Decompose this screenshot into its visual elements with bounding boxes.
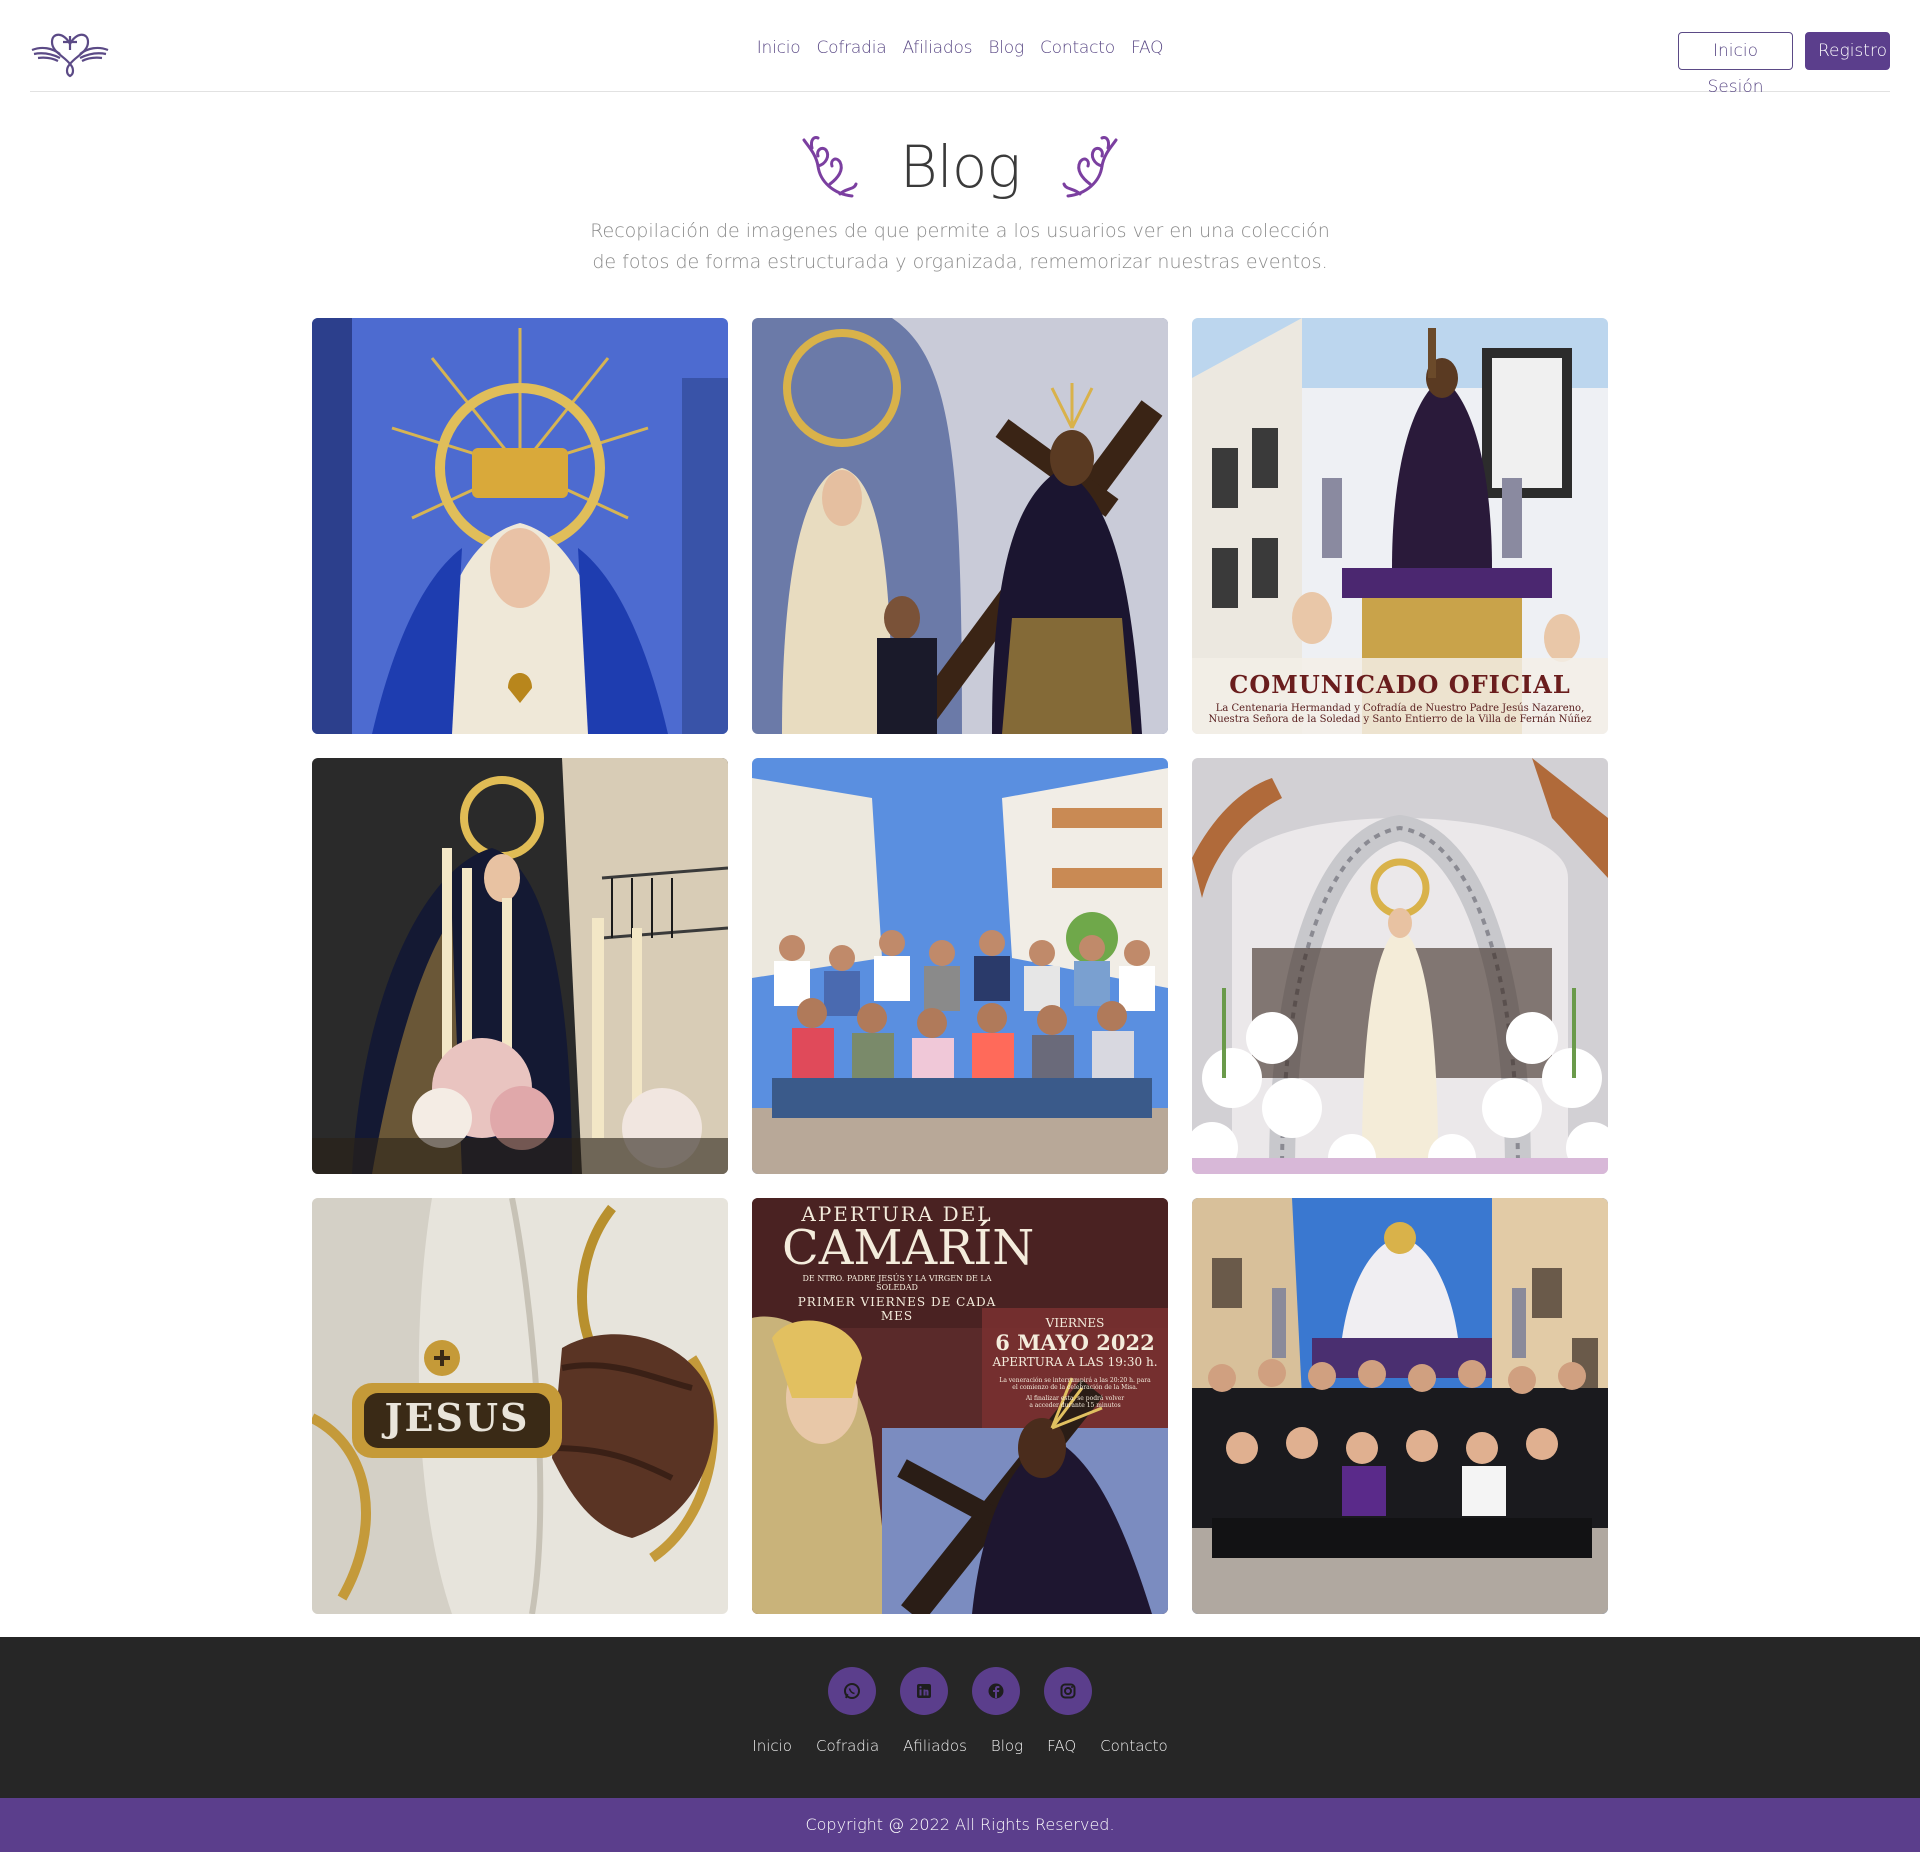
nav-inicio[interactable]: Inicio [757,38,801,58]
gallery-photo-6[interactable] [1192,758,1608,1174]
gallery-photo-5[interactable] [752,758,1168,1174]
site-header: Inicio Cofradia Afiliados Blog Contacto … [30,0,1890,97]
register-button[interactable]: Registro [1805,32,1890,70]
gallery-photo-2[interactable] [752,318,1168,734]
gallery-photo-9[interactable] [1192,1198,1608,1614]
announcement-title: COMUNICADO OFICIAL [1229,670,1571,699]
footer-nav-cofradia[interactable]: Cofradia [816,1737,879,1755]
footer-nav-contacto[interactable]: Contacto [1100,1737,1168,1755]
right-ornament-icon [1062,136,1118,198]
footer-nav-blog[interactable]: Blog [991,1737,1023,1755]
site-footer: Inicio Cofradia Afiliados Blog FAQ Conta… [0,1637,1920,1798]
footer-nav-afiliados[interactable]: Afiliados [903,1737,967,1755]
poster-title: CAMARÍN [782,1220,1035,1276]
whatsapp-icon[interactable] [828,1667,876,1715]
main-nav: Inicio Cofradia Afiliados Blog Contacto … [30,38,1890,58]
nav-contacto[interactable]: Contacto [1040,38,1115,58]
poster-time: APERTURA A LAS 19:30 h. [992,1355,1158,1369]
social-links [0,1667,1920,1715]
gallery-photo-8[interactable]: APERTURA DEL CAMARÍN DE NTRO. PADRE JESÚ… [752,1198,1168,1614]
footer-nav: Inicio Cofradia Afiliados Blog FAQ Conta… [0,1737,1920,1755]
announcement-line-1: La Centenaria Hermandad y Cofradía de Nu… [1215,703,1585,714]
gallery-photo-7[interactable]: JESUS [312,1198,728,1614]
poster-day: VIERNES [1045,1316,1105,1330]
nav-blog[interactable]: Blog [988,38,1024,58]
instagram-icon[interactable] [1044,1667,1092,1715]
nav-faq[interactable]: FAQ [1131,38,1164,58]
poster-note-2: el comienzo de la celebración de la Misa… [1012,1384,1138,1391]
jesus-badge: JESUS [384,1395,530,1440]
footer-nav-inicio[interactable]: Inicio [752,1737,792,1755]
announcement-line-2: Nuestra Señora de la Soledad y Santo Ent… [1208,714,1592,725]
gallery-photo-1[interactable] [312,318,728,734]
copyright-bar: Copyright @ 2022 All Rights Reserved. [0,1798,1920,1852]
auth-buttons: Inicio Sesión Registro [1678,32,1890,97]
poster-line-4: PRIMER VIERNES DE CADA MES [797,1295,997,1323]
poster-note-1: La veneración se interrumpirá a las 20:2… [999,1377,1151,1384]
page-title: Blog [899,133,1021,201]
poster-note-4: a acceder durante 15 minutos [1029,1402,1121,1409]
poster-date: 6 MAYO 2022 [995,1330,1155,1355]
page-description: Recopilación de imagenes de que permite … [590,220,1330,273]
footer-nav-faq[interactable]: FAQ [1047,1737,1076,1755]
linkedin-icon[interactable] [900,1667,948,1715]
nav-afiliados[interactable]: Afiliados [902,38,972,58]
nav-cofradia[interactable]: Cofradia [816,38,886,58]
facebook-icon[interactable] [972,1667,1020,1715]
poster-note-3: Al finalizar esta, se podrá volver [1025,1395,1125,1402]
left-ornament-icon [802,136,858,198]
blog-hero: Blog Recopilación de imagenes de que per… [0,128,1920,278]
poster-line-3: DE NTRO. PADRE JESÚS Y LA VIRGEN DE LA S… [802,1274,992,1292]
photo-gallery: COMUNICADO OFICIAL La Centenaria Hermand… [312,318,1608,1614]
gallery-photo-3[interactable]: COMUNICADO OFICIAL La Centenaria Hermand… [1192,318,1608,734]
login-button[interactable]: Inicio Sesión [1678,32,1793,97]
gallery-photo-4[interactable] [312,758,728,1174]
